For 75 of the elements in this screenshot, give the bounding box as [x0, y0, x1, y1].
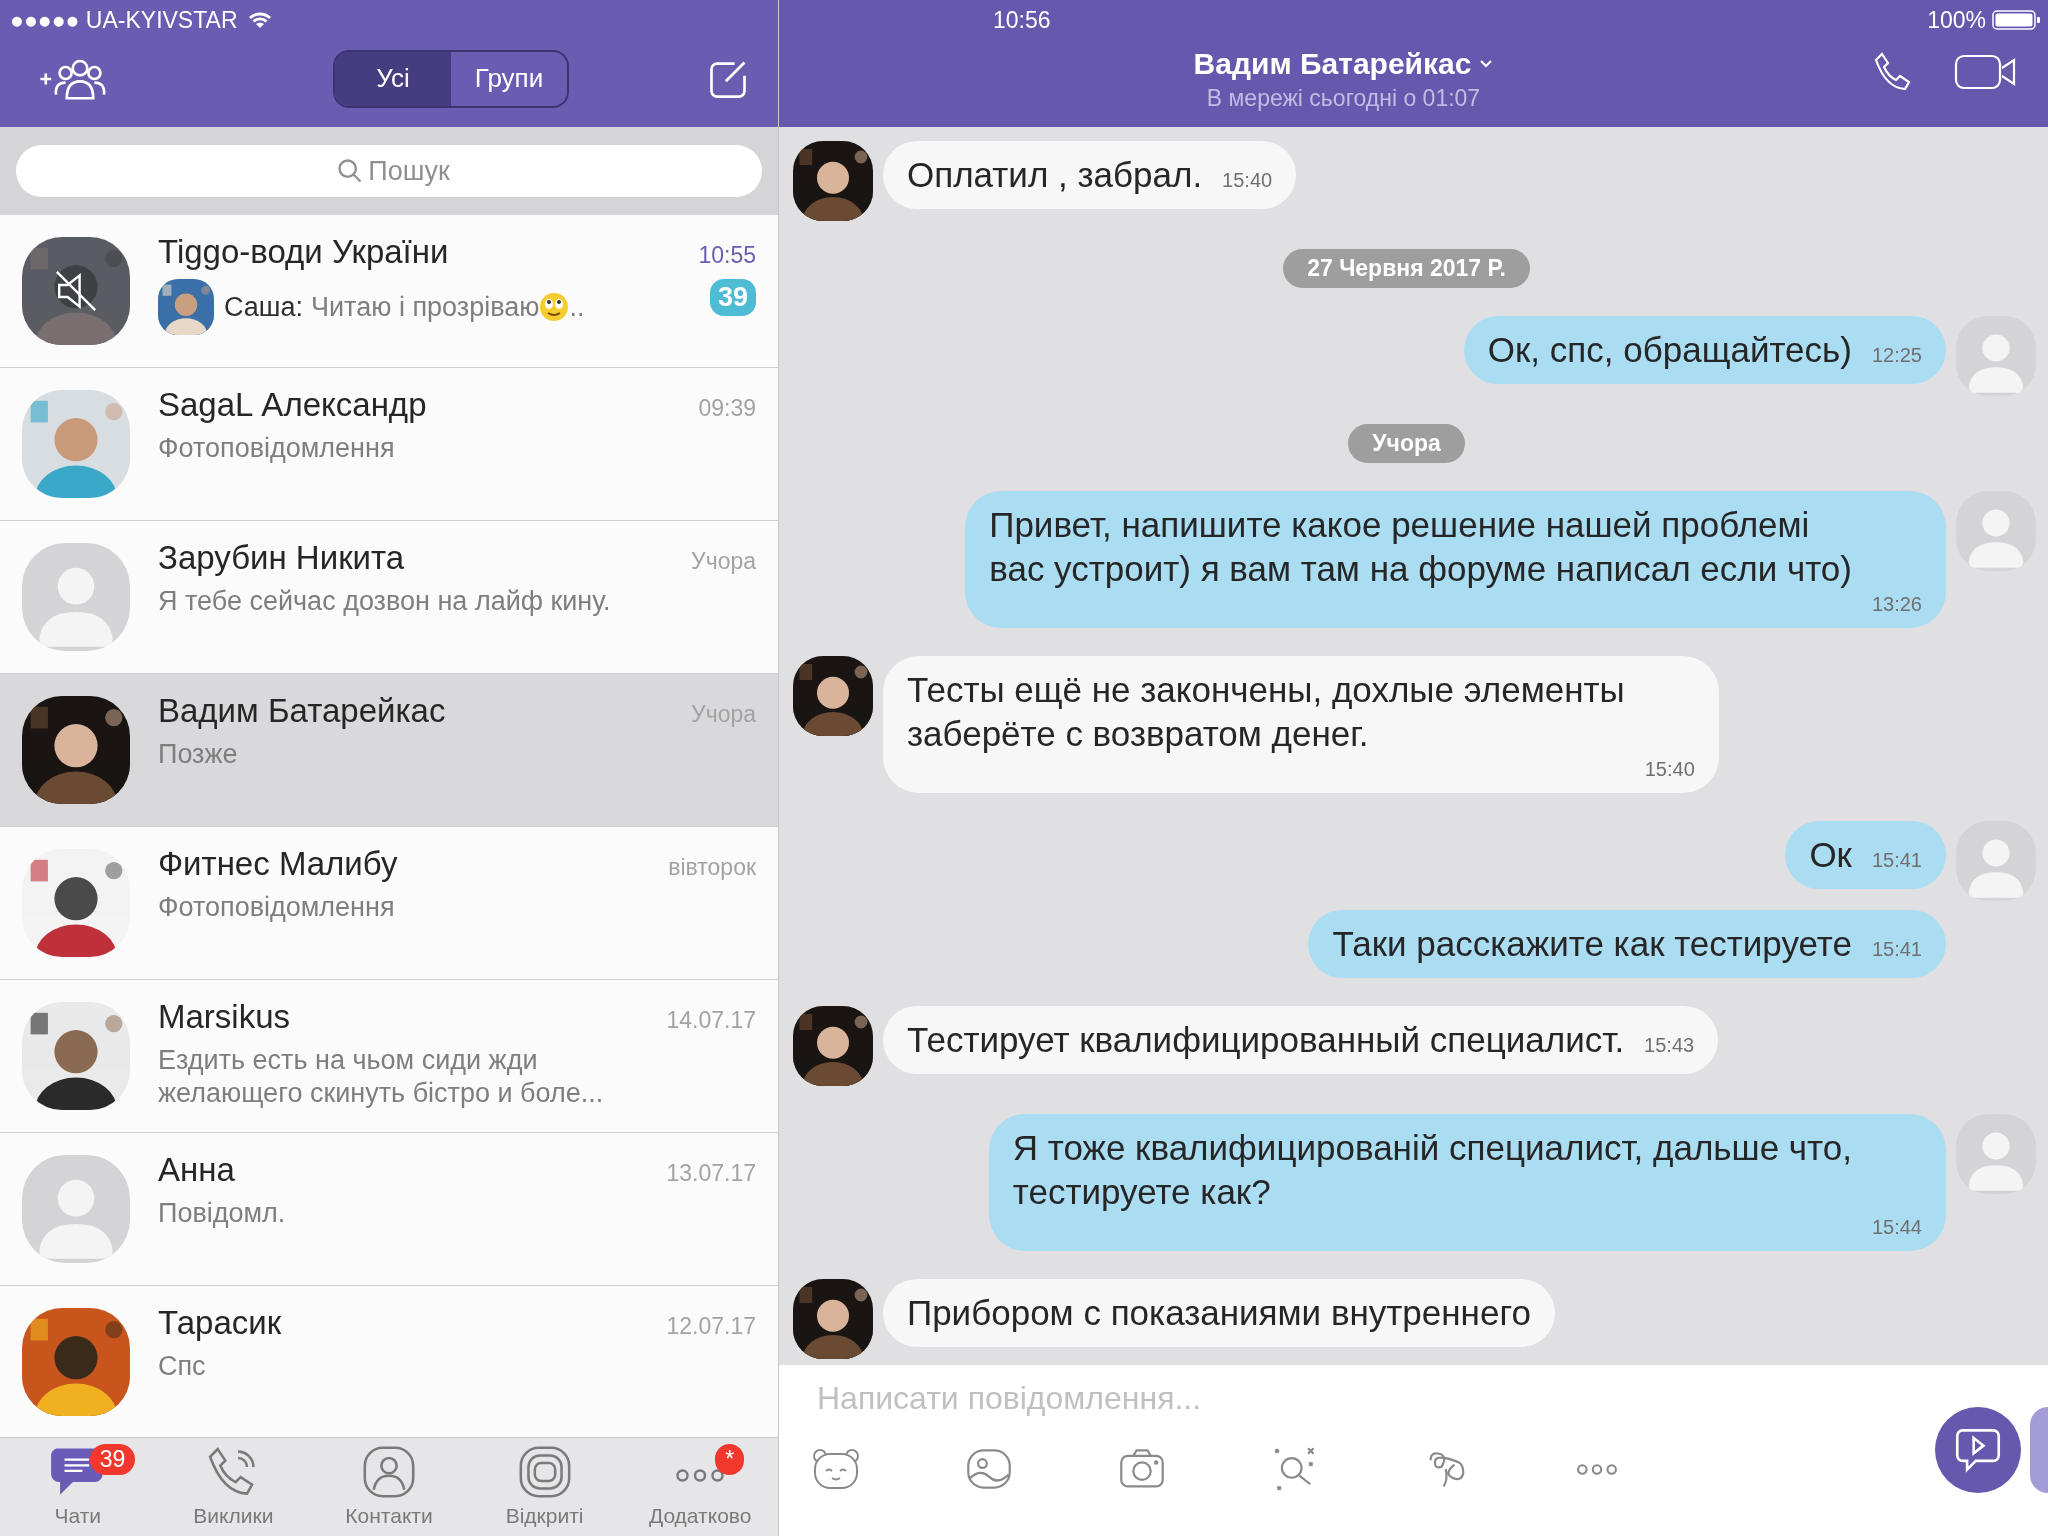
chat-row[interactable]: Вадим Батарейкас Учора Позже [0, 674, 778, 827]
message-text: Таки расскажите как тестируете [1332, 923, 1852, 965]
message-text: Прибором с показаниями внутреннего [907, 1292, 1531, 1334]
avatar-placeholder-icon [1956, 1114, 2036, 1194]
chat-time: 09:39 [698, 395, 756, 422]
message-text: Я тоже квалифицированій специалист, дальше что, тестируете как? [1012, 1127, 1852, 1213]
battery-icon [1992, 9, 2042, 31]
notification-badge: 39 [89, 1444, 136, 1475]
avatar-placeholder-icon [22, 1155, 130, 1263]
video-camera-icon[interactable] [1954, 52, 2018, 92]
avatar-placeholder-icon [1956, 316, 2036, 396]
chat-play-icon [1954, 1426, 2002, 1474]
chat-preview: Читаю і прозріваю [311, 290, 540, 324]
clock: 10:56 [993, 6, 1051, 34]
chat-time: вівторок [668, 854, 756, 881]
chat-name: Tiggo-води України [158, 233, 449, 271]
chat-preview: Позже [158, 738, 238, 771]
search-icon [336, 157, 364, 185]
filter-tab[interactable]: Усі [335, 51, 451, 106]
more-icon[interactable] [1576, 1463, 1618, 1476]
carrier-label: ●●●●● UA-KYIVSTAR [10, 6, 238, 34]
message-text: Ок [1809, 834, 1852, 876]
chat-time: 12.07.17 [666, 1313, 756, 1340]
chat-preview: Повідомл. [158, 1197, 286, 1230]
message-text: Ок, спс, обращайтесь) [1487, 329, 1852, 371]
conversation-title[interactable]: Вадим Батарейкас [1193, 47, 1472, 81]
chat-time: Учора [691, 548, 756, 575]
chat-preview: Я тебе сейчас дозвон на лайф кину. [158, 585, 611, 618]
sender-name: Саша: [224, 291, 303, 323]
message-time: 13:26 [1870, 593, 1922, 616]
chat-time: 10:55 [698, 242, 756, 269]
more-icon [675, 1468, 726, 1483]
tab-bar-item[interactable]: 39 Чати [7, 1438, 148, 1536]
filter-tab[interactable]: Групи [451, 51, 567, 106]
contact-icon [361, 1444, 417, 1500]
message-time: 15:41 [1871, 938, 1922, 961]
round-button[interactable] [2030, 1407, 2048, 1493]
message-time: 15:40 [1643, 758, 1695, 781]
message-time: 15:41 [1871, 849, 1922, 872]
chat-time: Учора [691, 701, 756, 728]
message-time: 15:44 [1870, 1216, 1922, 1239]
chat-name: Анна [158, 1151, 235, 1189]
chat-preview: Спс [158, 1350, 206, 1383]
chat-name: SagaL Александр [158, 386, 427, 424]
chat-name: Фитнес Малибу [158, 845, 398, 883]
chat-time: 13.07.17 [666, 1160, 756, 1187]
chat-time: 14.07.17 [666, 1007, 756, 1034]
chat-name: Тарасик [158, 1304, 282, 1342]
tab-bar-item[interactable]: * Додатково [630, 1438, 771, 1536]
avatar-placeholder-icon [22, 543, 130, 651]
wifi-icon [247, 11, 272, 29]
search-field[interactable]: Пошук [16, 145, 762, 197]
chat-name: Зарубин Никита [158, 539, 405, 577]
chat-preview: Фотоповідомлення [158, 891, 395, 924]
message-text: Привет, напишите какое решение нашей проблемі вас устроит) я вам там на форуме написал если что) [989, 504, 1852, 590]
chat-name: Marsikus [158, 998, 291, 1036]
chat-preview-ellipsis: .. [569, 290, 585, 324]
message-time: 15:43 [1644, 1034, 1695, 1057]
message-text: Оплатил , забрал. [907, 154, 1203, 196]
avatar-placeholder-icon [1956, 821, 2036, 901]
message-text: Тесты ещё не закончены, дохлые элементы заберёте с возвратом денег. [907, 669, 1625, 755]
battery-percent: 100% [1927, 6, 1986, 34]
notification-badge: * [715, 1444, 745, 1475]
chat-name: Вадим Батарейкас [158, 692, 446, 730]
message-text: Тестирует квалифицированный специалист. [907, 1019, 1625, 1061]
avatar-placeholder-icon [1956, 491, 2036, 571]
unread-count: 39 [709, 279, 756, 316]
message-time: 12:25 [1871, 344, 1922, 367]
date-divider: 27 Червня 2017 Р. [1283, 249, 1530, 288]
message-time: 15:40 [1222, 169, 1273, 192]
chat-preview: Фотоповідомлення [158, 432, 395, 465]
date-divider: Учора [1348, 424, 1465, 463]
online-status: В мережі сьогодні о 01:07 [1206, 85, 1481, 112]
chevron-down-icon[interactable] [1479, 59, 1494, 69]
chat-preview: Ездить есть на чьом сиди жди желающего скинуть бістро и боле... [158, 1044, 604, 1110]
